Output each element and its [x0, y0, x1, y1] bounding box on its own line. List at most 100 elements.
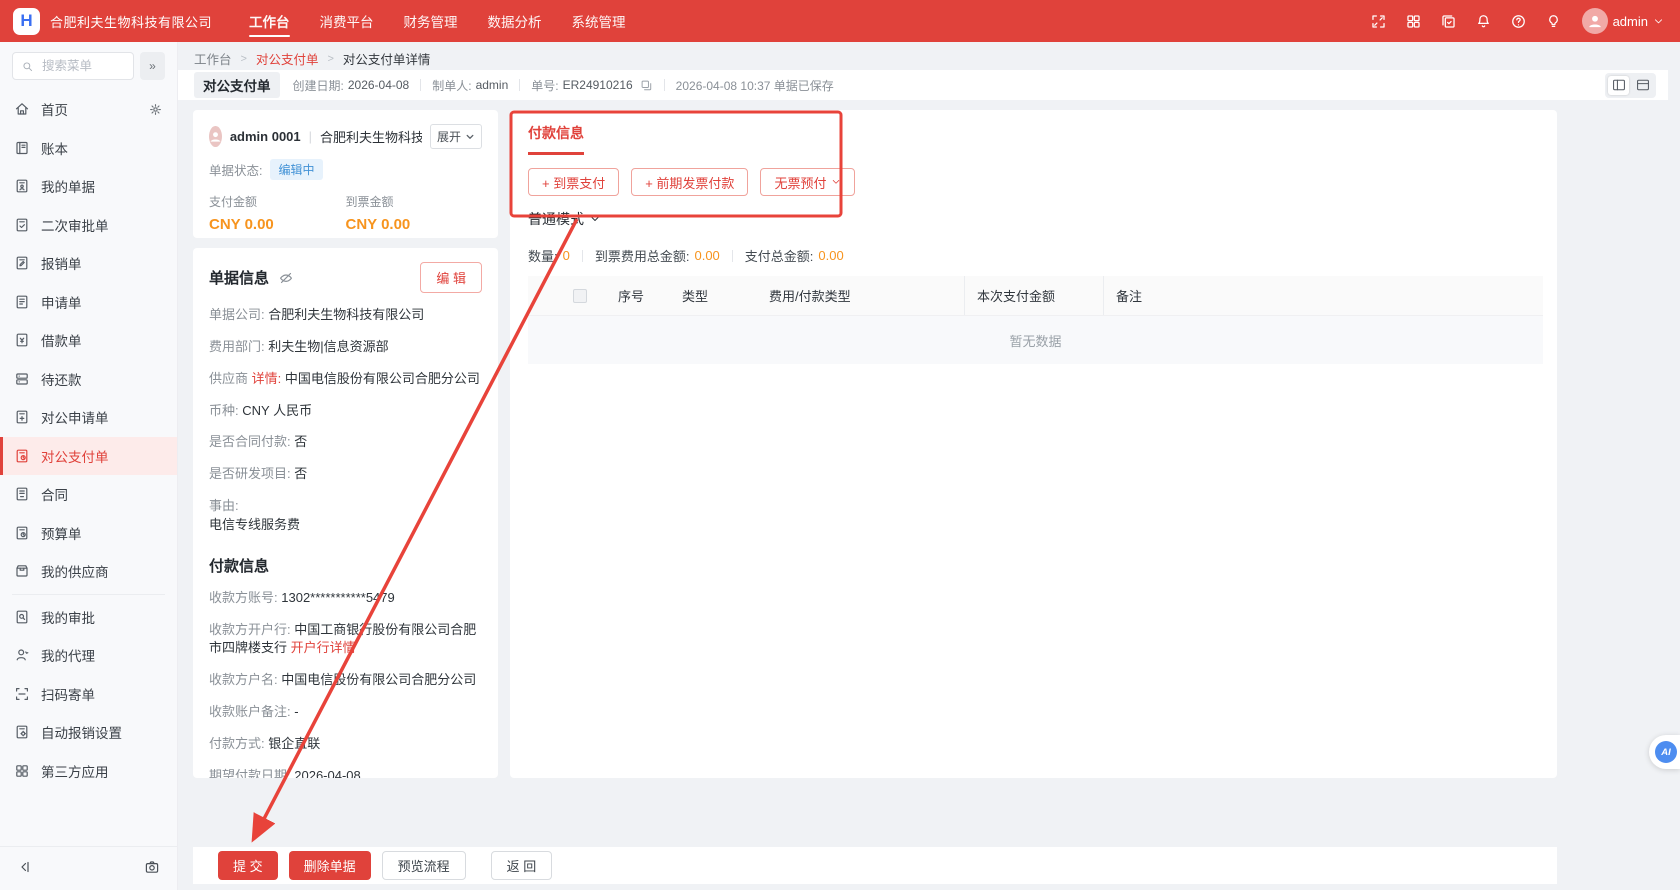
field-label: 事由: — [209, 498, 239, 513]
copy-docs-icon[interactable] — [1440, 13, 1457, 30]
sidebar-item-scan-mail[interactable]: 扫码寄单 — [0, 675, 177, 714]
nav-consume-platform[interactable]: 消费平台 — [305, 0, 389, 42]
field-label: 是否研发项目: — [209, 466, 291, 481]
saved-status-text: 2026-04-08 10:37 单据已保存 — [676, 77, 834, 94]
sidebar-item-second-approval[interactable]: 二次审批单 — [0, 206, 177, 245]
breadcrumb-workbench[interactable]: 工作台 — [194, 49, 232, 68]
copy-icon[interactable] — [640, 79, 653, 92]
feedback-icon[interactable] — [1545, 13, 1562, 30]
field-value: 中国电信股份有限公司合肥分公司 — [285, 371, 480, 386]
breadcrumb-current: 对公支付单详情 — [343, 49, 431, 68]
gear-icon[interactable] — [148, 102, 163, 117]
nav-system-admin[interactable]: 系统管理 — [557, 0, 641, 42]
sidebar-item-my-suppliers[interactable]: 我的供应商 — [0, 552, 177, 591]
button-label: + 前期发票付款 — [645, 173, 734, 192]
maker-value: admin — [476, 78, 509, 92]
qty-value: 0 — [563, 248, 570, 263]
back-button[interactable]: 返 回 — [491, 851, 553, 880]
contract-icon — [14, 486, 30, 502]
fullscreen-icon[interactable] — [1370, 13, 1387, 30]
bank-detail-link[interactable]: 开户行详情 — [291, 640, 356, 655]
breadcrumb-separator: > — [241, 53, 247, 65]
field-label: 是否合同付款: — [209, 434, 291, 449]
sidebar-item-auto-expense-settings[interactable]: 自动报销设置 — [0, 713, 177, 752]
meta-divider — [664, 79, 665, 91]
apps-grid-icon[interactable] — [1405, 13, 1422, 30]
sidebar-item-label: 预算单 — [41, 523, 82, 543]
prior-invoice-pay-button[interactable]: + 前期发票付款 — [631, 168, 748, 196]
collapse-sidebar-icon[interactable] — [17, 859, 33, 875]
submit-button[interactable]: 提 交 — [218, 851, 278, 880]
field-value: 中国电信股份有限公司合肥分公司 — [281, 672, 476, 687]
invoice-total-value: 0.00 — [694, 248, 719, 263]
search-icon — [21, 60, 34, 73]
created-date-label: 创建日期: — [293, 77, 344, 94]
my-suppliers-icon — [14, 563, 30, 579]
sidebar-item-my-approvals[interactable]: 我的审批 — [0, 598, 177, 637]
edit-button[interactable]: 编 辑 — [420, 262, 482, 293]
field-value: CNY 人民币 — [242, 403, 312, 418]
sidebar-item-corporate-payment[interactable]: 对公支付单 — [0, 437, 177, 476]
sidebar-item-label: 合同 — [41, 484, 68, 504]
mode-selector[interactable]: 普通模式 — [510, 209, 1557, 229]
ledger-icon — [14, 140, 30, 156]
nav-finance[interactable]: 财务管理 — [389, 0, 473, 42]
username: admin — [1613, 14, 1648, 29]
my-agent-icon — [14, 647, 30, 663]
no-invoice-prepay-button[interactable]: 无票预付 — [760, 168, 855, 196]
menu-search[interactable] — [12, 52, 134, 80]
scan-mail-icon — [14, 686, 30, 702]
nav-data-analysis[interactable]: 数据分析 — [473, 0, 557, 42]
sidebar-item-ledger[interactable]: 账本 — [0, 129, 177, 168]
delete-button[interactable]: 删除单据 — [289, 851, 371, 880]
layout-left-icon — [1612, 78, 1626, 92]
my-approvals-icon — [14, 609, 30, 625]
expand-button[interactable]: 展开 — [430, 124, 482, 149]
sidebar-item-my-documents[interactable]: 我的单据 — [0, 167, 177, 206]
chevron-down-icon — [831, 177, 841, 187]
field-value: 1302***********5479 — [281, 590, 395, 605]
sidebar-item-expense-form[interactable]: 报销单 — [0, 244, 177, 283]
corporate-payment-icon — [14, 448, 30, 464]
sidebar-item-loan-form[interactable]: 借款单 — [0, 321, 177, 360]
eye-off-icon[interactable] — [278, 270, 294, 286]
button-label: 无票预付 — [774, 173, 826, 192]
ai-assistant-icon: AI — [1655, 741, 1677, 763]
layout-left-button[interactable] — [1608, 76, 1629, 95]
invoice-total-label: 到票费用总金额: — [595, 246, 690, 265]
my-documents-icon — [14, 178, 30, 194]
field-value: 合肥利夫生物科技有限公司 — [268, 307, 424, 322]
status-badge: 编辑中 — [270, 159, 322, 180]
sidebar-item-contract[interactable]: 合同 — [0, 475, 177, 514]
sidebar-item-application-form[interactable]: 申请单 — [0, 283, 177, 322]
sidebar-item-corporate-application[interactable]: 对公申请单 — [0, 398, 177, 437]
sidebar-expand-button[interactable]: » — [140, 52, 165, 80]
payment-panel: 付款信息 + 到票支付 + 前期发票付款 无票预付 普通模式 数量: 0 到票费… — [510, 110, 1557, 778]
avatar — [1582, 8, 1608, 34]
search-input[interactable] — [40, 58, 125, 74]
user-menu[interactable]: admin — [1582, 8, 1664, 34]
select-all-checkbox[interactable] — [573, 289, 587, 303]
tab-payment-info[interactable]: 付款信息 — [528, 123, 584, 155]
preview-flow-button[interactable]: 预览流程 — [382, 851, 466, 880]
help-icon[interactable] — [1510, 13, 1527, 30]
layout-top-button[interactable] — [1632, 76, 1653, 95]
sidebar-item-my-agent[interactable]: 我的代理 — [0, 636, 177, 675]
breadcrumb-corporate-payment[interactable]: 对公支付单 — [256, 49, 319, 68]
sidebar-item-third-party-apps[interactable]: 第三方应用 — [0, 752, 177, 791]
created-date-value: 2026-04-08 — [348, 78, 409, 92]
table-header: 序号 类型 费用/付款类型 本次支付金额 备注 — [528, 276, 1543, 316]
field-label: 供应商 — [209, 371, 248, 386]
sidebar-item-budget-form[interactable]: 预算单 — [0, 514, 177, 553]
camera-icon[interactable] — [144, 859, 160, 875]
bell-icon[interactable] — [1475, 13, 1492, 30]
supplier-detail-link[interactable]: 详情: — [252, 371, 282, 386]
invoice-pay-button[interactable]: + 到票支付 — [528, 168, 619, 196]
sidebar-item-home[interactable]: 首页 — [0, 90, 177, 129]
ai-assistant-button[interactable]: AI — [1649, 735, 1680, 769]
app-logo[interactable]: H — [13, 8, 40, 35]
nav-workbench[interactable]: 工作台 — [234, 0, 305, 42]
sidebar-item-label: 报销单 — [41, 253, 82, 273]
field-value: 利夫生物|信息资源部 — [268, 339, 388, 354]
sidebar-item-pending-repayment[interactable]: 待还款 — [0, 360, 177, 399]
